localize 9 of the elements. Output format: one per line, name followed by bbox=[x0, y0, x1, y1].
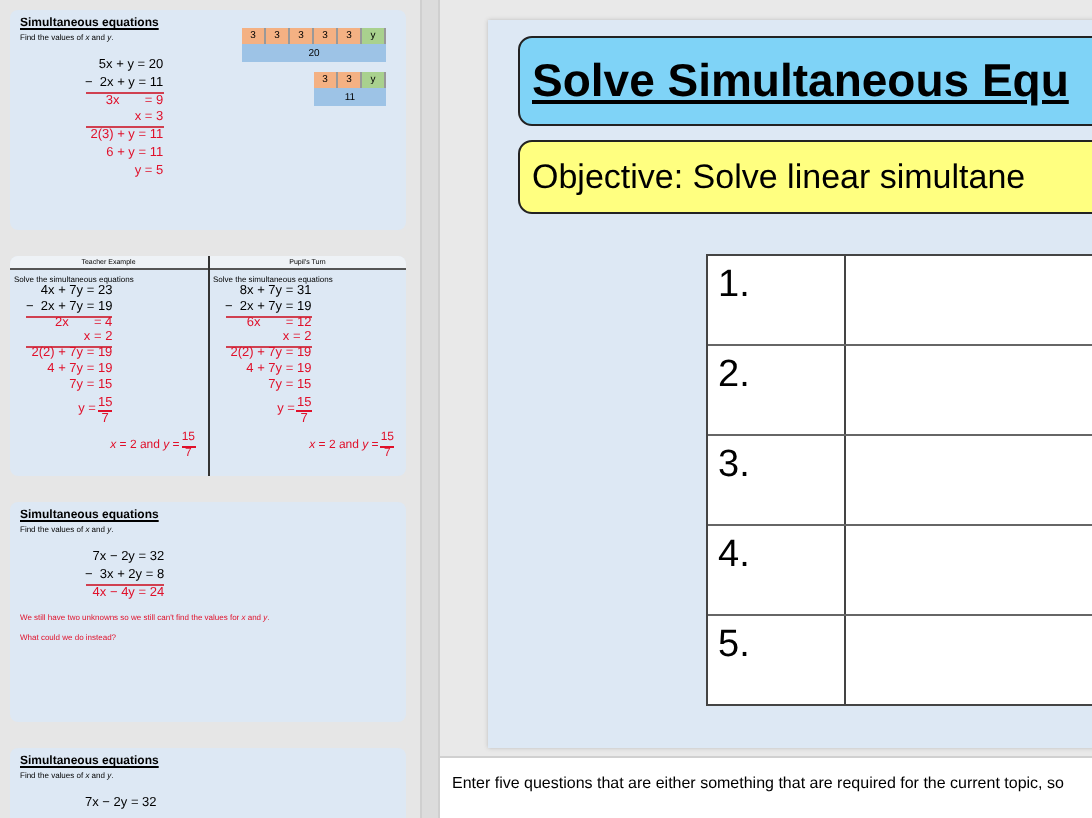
notes-pane[interactable]: Enter five questions that are either something that are required for the current topic, so bbox=[440, 756, 1092, 818]
table-cell: 1. bbox=[708, 256, 846, 344]
slide-title: Solve Simultaneous Equ bbox=[532, 54, 1069, 108]
table-cell: 4. bbox=[708, 526, 846, 614]
slide-thumbnail[interactable] bbox=[10, 256, 406, 476]
table-cell: 2. bbox=[708, 346, 846, 434]
table-cell: 3. bbox=[708, 436, 846, 524]
objective-text: Objective: Solve linear simultane bbox=[532, 157, 1026, 197]
table-cell: 5. bbox=[708, 616, 846, 704]
